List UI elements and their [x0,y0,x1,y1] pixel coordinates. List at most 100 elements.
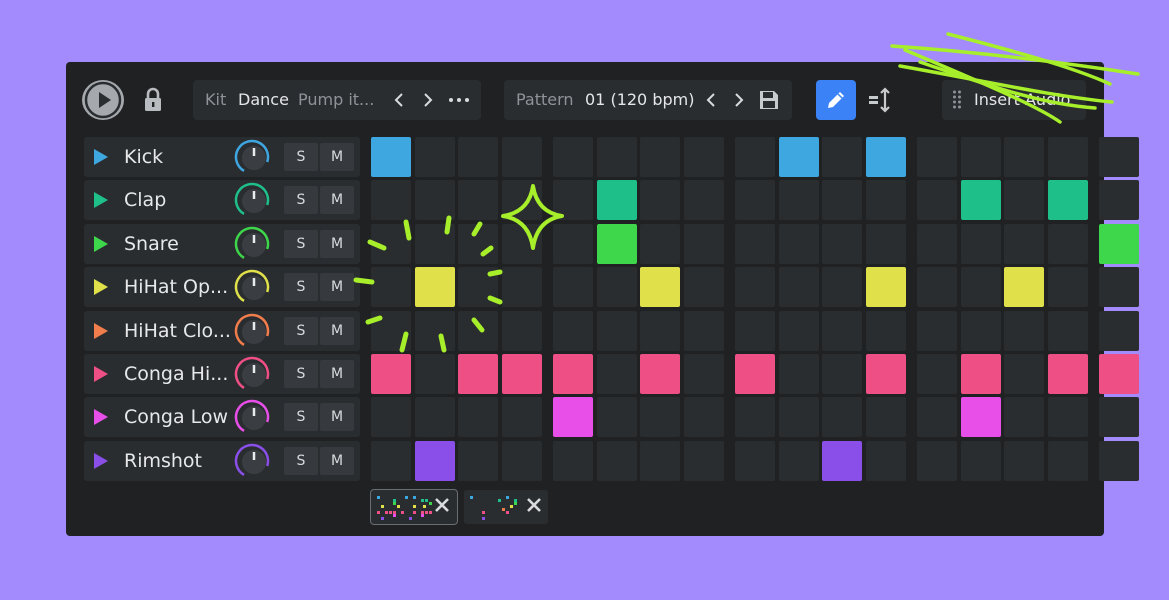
close-icon[interactable] [525,496,543,514]
mute-button[interactable]: M [320,143,354,171]
step-cell[interactable] [822,224,862,264]
step-cell[interactable] [458,354,498,394]
step-cell[interactable] [866,397,906,437]
solo-button[interactable]: S [284,360,318,388]
step-cell[interactable] [917,267,957,307]
step-cell[interactable] [1004,137,1044,177]
step-cell[interactable] [1048,441,1088,481]
mute-button[interactable]: M [320,360,354,388]
step-cell[interactable] [553,180,593,220]
step-cell[interactable] [371,224,411,264]
step-cell[interactable] [822,267,862,307]
volume-knob[interactable] [234,139,270,175]
step-cell[interactable] [779,397,819,437]
kit-preset[interactable]: Pump it... [298,80,374,120]
step-cell[interactable] [1099,441,1139,481]
step-cell[interactable] [917,441,957,481]
step-cell[interactable] [640,354,680,394]
mute-button[interactable]: M [320,447,354,475]
step-cell[interactable] [502,354,542,394]
step-cell[interactable] [1004,441,1044,481]
step-cell[interactable] [597,354,637,394]
step-cell[interactable] [458,441,498,481]
step-cell[interactable] [553,311,593,351]
step-cell[interactable] [502,137,542,177]
step-cell[interactable] [640,267,680,307]
volume-knob[interactable] [234,313,270,349]
step-cell[interactable] [779,354,819,394]
step-cell[interactable] [1048,224,1088,264]
solo-button[interactable]: S [284,447,318,475]
step-cell[interactable] [553,354,593,394]
step-cell[interactable] [553,137,593,177]
close-icon[interactable] [433,496,451,514]
lock-icon[interactable] [142,86,164,114]
step-cell[interactable] [1099,354,1139,394]
step-cell[interactable] [866,354,906,394]
step-cell[interactable] [597,311,637,351]
step-cell[interactable] [1004,267,1044,307]
step-cell[interactable] [735,311,775,351]
step-cell[interactable] [961,311,1001,351]
step-cell[interactable] [822,354,862,394]
more-icon[interactable] [447,90,471,110]
step-cell[interactable] [1048,137,1088,177]
step-cell[interactable] [415,441,455,481]
step-cell[interactable] [640,397,680,437]
step-cell[interactable] [822,397,862,437]
step-cell[interactable] [640,137,680,177]
step-cell[interactable] [1048,180,1088,220]
step-cell[interactable] [502,311,542,351]
step-cell[interactable] [553,267,593,307]
step-cell[interactable] [779,224,819,264]
step-cell[interactable] [597,180,637,220]
step-cell[interactable] [735,397,775,437]
step-cell[interactable] [1048,267,1088,307]
step-cell[interactable] [502,180,542,220]
step-cell[interactable] [822,441,862,481]
step-cell[interactable] [866,441,906,481]
step-cell[interactable] [779,441,819,481]
step-cell[interactable] [1099,267,1139,307]
step-cell[interactable] [553,441,593,481]
play-track-icon[interactable] [94,279,108,295]
step-cell[interactable] [415,224,455,264]
play-track-icon[interactable] [94,149,108,165]
step-cell[interactable] [458,180,498,220]
step-cell[interactable] [597,397,637,437]
step-cell[interactable] [822,311,862,351]
step-cell[interactable] [961,224,1001,264]
step-cell[interactable] [502,267,542,307]
step-cell[interactable] [1048,397,1088,437]
step-cell[interactable] [866,311,906,351]
chevron-left-icon[interactable] [390,90,410,110]
step-cell[interactable] [684,311,724,351]
step-cell[interactable] [502,397,542,437]
volume-knob[interactable] [234,226,270,262]
step-cell[interactable] [961,137,1001,177]
step-cell[interactable] [917,354,957,394]
pattern-thumbnail-1[interactable] [370,489,458,525]
step-cell[interactable] [458,267,498,307]
step-cell[interactable] [684,180,724,220]
step-cell[interactable] [640,311,680,351]
step-cell[interactable] [779,180,819,220]
step-cell[interactable] [415,180,455,220]
solo-button[interactable]: S [284,273,318,301]
step-cell[interactable] [597,441,637,481]
step-cell[interactable] [917,180,957,220]
play-track-icon[interactable] [94,192,108,208]
mute-button[interactable]: M [320,230,354,258]
pattern-value[interactable]: 01 (120 bpm) [585,80,694,120]
step-cell[interactable] [961,267,1001,307]
insert-audio-button[interactable]: Insert Audio [942,80,1086,120]
step-cell[interactable] [917,397,957,437]
play-button[interactable] [82,80,124,120]
step-cell[interactable] [640,180,680,220]
step-cell[interactable] [735,267,775,307]
step-cell[interactable] [684,137,724,177]
volume-knob[interactable] [234,269,270,305]
volume-knob[interactable] [234,356,270,392]
kit-value[interactable]: Dance [238,80,289,120]
step-cell[interactable] [415,137,455,177]
